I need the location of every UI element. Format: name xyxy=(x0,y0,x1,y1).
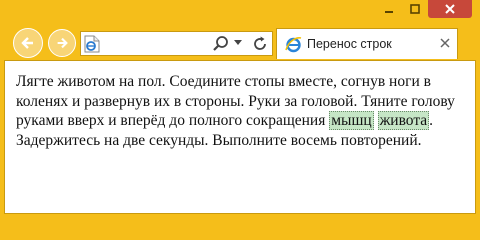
close-icon[interactable] xyxy=(440,38,450,48)
highlighted-text: мышц xyxy=(329,111,374,130)
highlighted-text: живота xyxy=(377,111,430,130)
address-bar[interactable] xyxy=(80,31,273,56)
tab-active[interactable]: Перенос строк xyxy=(276,28,458,59)
ie-page-icon xyxy=(84,35,100,53)
navigation-bar: Перенос строк xyxy=(0,28,480,60)
browser-window: Перенос строк Лягте животом на пол. Соед… xyxy=(0,0,480,219)
minimize-icon[interactable] xyxy=(376,0,402,18)
tab-title: Перенос строк xyxy=(307,37,392,51)
forward-arrow-icon xyxy=(57,37,68,49)
search-icon[interactable] xyxy=(212,35,230,53)
refresh-icon[interactable] xyxy=(252,35,268,53)
maximize-icon[interactable] xyxy=(402,0,428,18)
page-content: Лягте животом на пол. Соедините стопы вм… xyxy=(4,60,476,214)
new-tab-button[interactable] xyxy=(461,31,477,55)
ie-page-icon xyxy=(285,37,302,53)
chevron-down-icon[interactable] xyxy=(234,40,242,46)
back-arrow-icon xyxy=(21,37,33,49)
close-icon[interactable] xyxy=(428,0,472,18)
forward-button[interactable] xyxy=(48,29,76,57)
paragraph: Лягте животом на пол. Соедините стопы вм… xyxy=(16,72,466,150)
back-button[interactable] xyxy=(13,28,43,58)
window-controls xyxy=(376,0,472,20)
